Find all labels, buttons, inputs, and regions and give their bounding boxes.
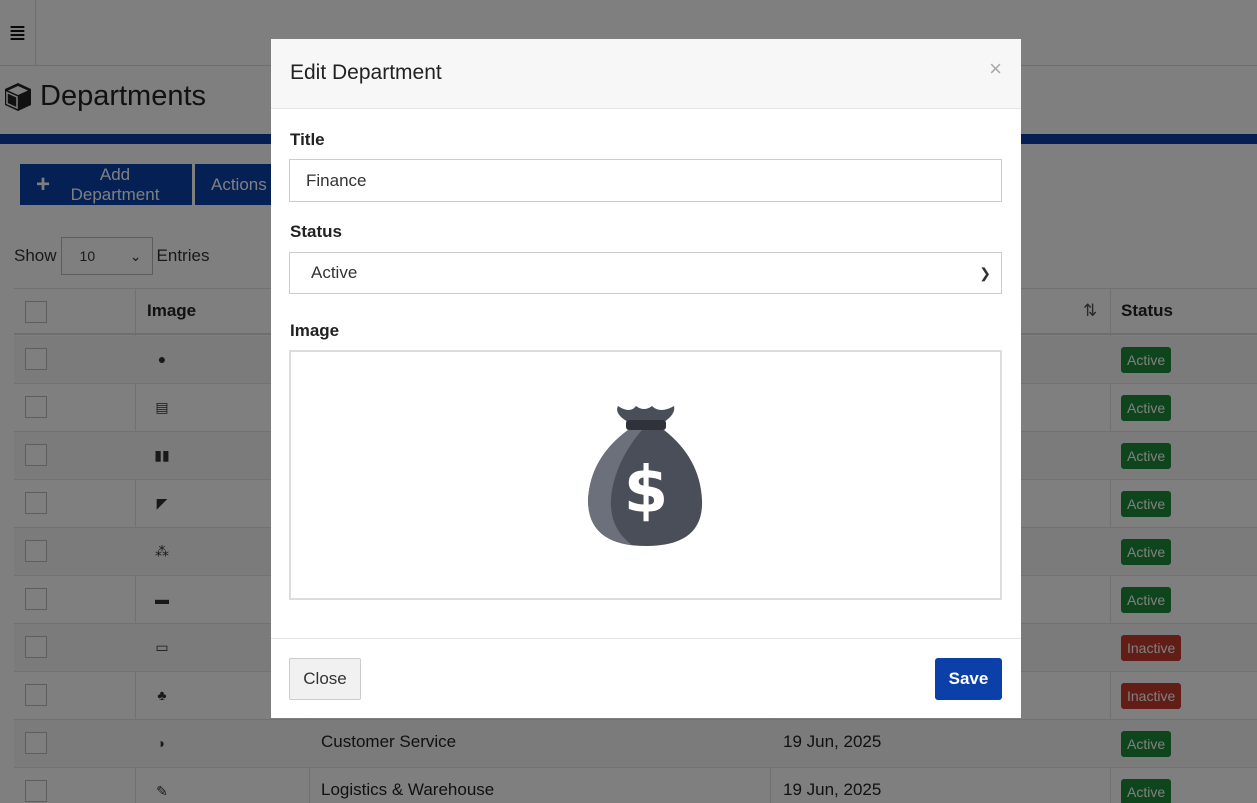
status-select-value: Active bbox=[311, 263, 358, 282]
title-label: Title bbox=[290, 130, 325, 149]
image-preview[interactable]: $ bbox=[289, 350, 1002, 600]
image-label: Image bbox=[290, 321, 340, 340]
status-select[interactable]: Active ❯ bbox=[289, 252, 1002, 294]
save-button[interactable]: Save bbox=[935, 658, 1002, 700]
status-label: Status bbox=[290, 222, 342, 241]
modal-header: Edit Department × bbox=[271, 39, 1021, 109]
svg-text:$: $ bbox=[623, 454, 668, 528]
money-bag-icon: $ bbox=[587, 406, 702, 546]
close-button[interactable]: Close bbox=[289, 658, 361, 700]
modal-title: Edit Department bbox=[290, 61, 442, 84]
edit-department-modal: Edit Department × Title Finance Status A… bbox=[271, 39, 1021, 718]
chevron-down-icon: ❯ bbox=[979, 264, 991, 281]
modal-footer: Close Save bbox=[271, 638, 1021, 718]
close-icon[interactable]: × bbox=[989, 56, 1002, 82]
title-input-value: Finance bbox=[306, 170, 367, 190]
title-input[interactable]: Finance bbox=[289, 159, 1002, 202]
